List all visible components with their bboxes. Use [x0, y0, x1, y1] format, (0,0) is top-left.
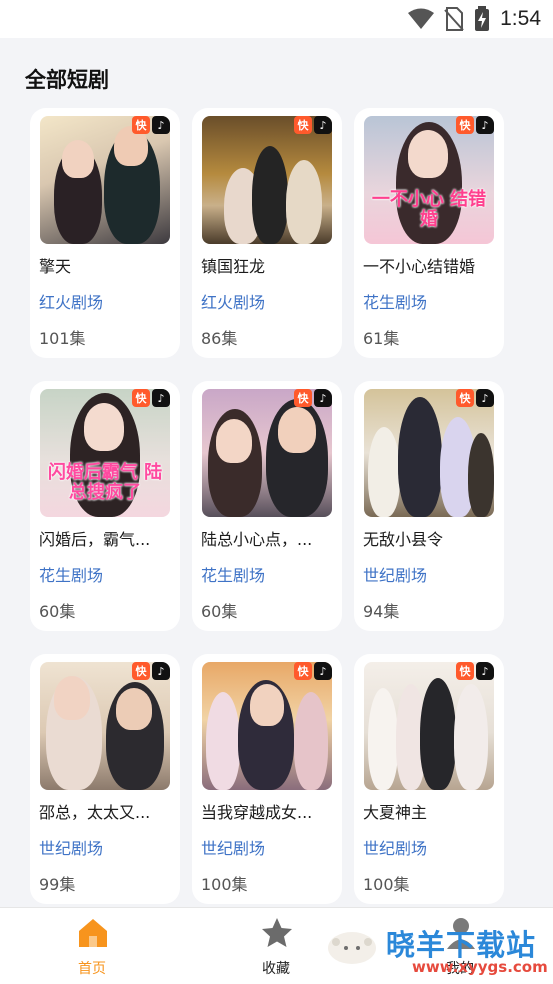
drama-card[interactable]: 闪婚后霸气 陆总搜疯了 快 ♪ 闪婚后，霸气... 花生剧场 60集 [30, 381, 180, 631]
drama-theater: 花生剧场 [363, 293, 428, 312]
drama-theater: 世纪剧场 [39, 839, 104, 858]
drama-poster[interactable]: 快 ♪ [202, 389, 332, 517]
drama-poster[interactable]: 快 ♪ [364, 662, 494, 790]
poster-caption: 闪婚后霸气 陆总搜疯了 [47, 462, 163, 503]
status-icons: 1:54 [408, 6, 541, 32]
drama-title: 无敌小县令 [363, 530, 444, 549]
drama-card[interactable]: 快 ♪ 无敌小县令 世纪剧场 94集 [354, 381, 504, 631]
drama-theater: 花生剧场 [39, 566, 104, 585]
drama-poster[interactable]: 快 ♪ [40, 116, 170, 244]
drama-episodes: 100集 [201, 875, 248, 894]
star-icon [262, 918, 292, 947]
drama-title: 陆总小心点，... [201, 530, 313, 549]
drama-card[interactable]: 快 ♪ 陆总小心点，... 花生剧场 60集 [192, 381, 342, 631]
drama-card[interactable]: 快 ♪ 大夏神主 世纪剧场 100集 [354, 654, 504, 904]
drama-episodes: 101集 [39, 329, 86, 348]
battery-charging-icon [475, 6, 490, 31]
kuaishou-icon: 快 [132, 389, 150, 407]
drama-title: 闪婚后，霸气... [39, 530, 151, 549]
douyin-icon: ♪ [476, 116, 494, 134]
kuaishou-icon: 快 [132, 662, 150, 680]
drama-episodes: 60集 [39, 602, 76, 621]
kuaishou-icon: 快 [132, 116, 150, 134]
drama-poster[interactable]: 快 ♪ [40, 662, 170, 790]
drama-theater: 红火剧场 [39, 293, 104, 312]
drama-title: 邵总，太太又... [39, 803, 151, 822]
drama-episodes: 99集 [39, 875, 76, 894]
drama-poster[interactable]: 快 ♪ [202, 116, 332, 244]
wifi-icon [408, 8, 435, 29]
douyin-icon: ♪ [314, 662, 332, 680]
kuaishou-icon: 快 [294, 662, 312, 680]
kuaishou-icon: 快 [294, 389, 312, 407]
drama-card[interactable]: 快 ♪ 邵总，太太又... 世纪剧场 99集 [30, 654, 180, 904]
drama-poster[interactable]: 快 ♪ [202, 662, 332, 790]
drama-title: 擎天 [39, 257, 72, 276]
kuaishou-icon: 快 [456, 662, 474, 680]
drama-title: 一不小心结错婚 [363, 257, 476, 276]
nav-home[interactable]: 首页 [32, 908, 152, 984]
drama-card[interactable]: 一不小心 结错婚 快 ♪ 一不小心结错婚 花生剧场 61集 [354, 108, 504, 358]
drama-title: 大夏神主 [363, 803, 428, 822]
douyin-icon: ♪ [152, 662, 170, 680]
drama-card[interactable]: 快 ♪ 当我穿越成女... 世纪剧场 100集 [192, 654, 342, 904]
drama-theater: 世纪剧场 [201, 839, 266, 858]
no-sim-icon [444, 7, 464, 31]
douyin-icon: ♪ [152, 116, 170, 134]
drama-card[interactable]: 快 ♪ 镇国狂龙 红火剧场 86集 [192, 108, 342, 358]
douyin-icon: ♪ [314, 389, 332, 407]
home-icon [79, 919, 107, 947]
drama-theater: 世纪剧场 [363, 566, 428, 585]
drama-episodes: 94集 [363, 602, 400, 621]
poster-caption: 一不小心 结错婚 [371, 189, 487, 230]
kuaishou-icon: 快 [456, 116, 474, 134]
kuaishou-icon: 快 [294, 116, 312, 134]
watermark: 晓羊下载站 www.xyygs.com [322, 918, 553, 980]
status-time: 1:54 [500, 7, 541, 30]
drama-theater: 世纪剧场 [363, 839, 428, 858]
drama-theater: 红火剧场 [201, 293, 266, 312]
drama-episodes: 86集 [201, 329, 238, 348]
drama-theater: 花生剧场 [201, 566, 266, 585]
drama-episodes: 100集 [363, 875, 410, 894]
drama-episodes: 61集 [363, 329, 400, 348]
status-bar: 1:54 [0, 0, 553, 38]
nav-label: 收藏 [262, 961, 290, 977]
watermark-url: www.xyygs.com [412, 958, 548, 976]
nav-label: 首页 [78, 961, 106, 977]
douyin-icon: ♪ [152, 389, 170, 407]
drama-title: 当我穿越成女... [201, 803, 313, 822]
douyin-icon: ♪ [476, 662, 494, 680]
drama-card[interactable]: 快 ♪ 擎天 红火剧场 101集 [30, 108, 180, 358]
drama-poster[interactable]: 闪婚后霸气 陆总搜疯了 快 ♪ [40, 389, 170, 517]
sheep-logo-icon [328, 932, 376, 964]
kuaishou-icon: 快 [456, 389, 474, 407]
douyin-icon: ♪ [314, 116, 332, 134]
nav-favorites[interactable]: 收藏 [216, 908, 336, 984]
drama-title: 镇国狂龙 [201, 257, 266, 276]
drama-poster[interactable]: 快 ♪ [364, 389, 494, 517]
drama-episodes: 60集 [201, 602, 238, 621]
douyin-icon: ♪ [476, 389, 494, 407]
drama-poster[interactable]: 一不小心 结错婚 快 ♪ [364, 116, 494, 244]
page-title: 全部短剧 [25, 68, 109, 92]
